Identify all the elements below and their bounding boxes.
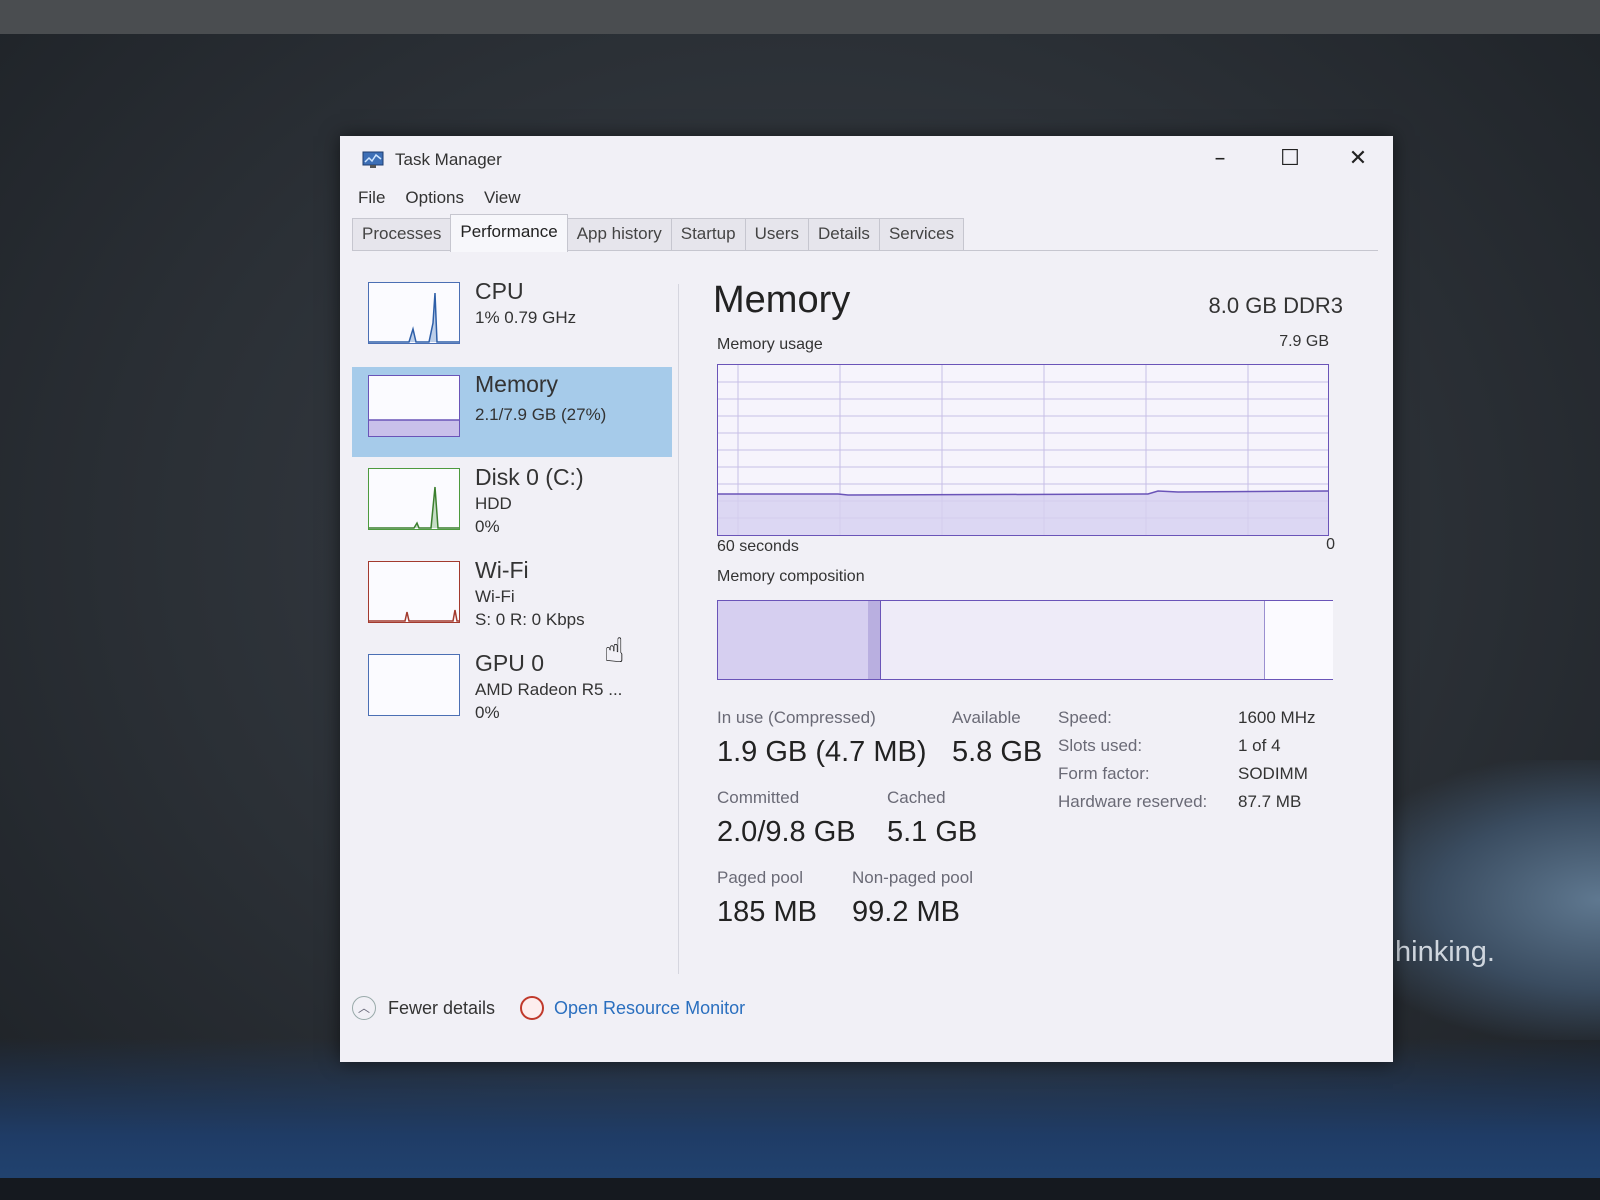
resource-cpu[interactable]: CPU 1% 0.79 GHz [352,274,672,364]
disk-thumbnail-graph [368,468,460,530]
menu-file[interactable]: File [352,188,391,212]
open-resource-monitor-link[interactable]: Open Resource Monitor [554,998,745,1019]
minimize-icon: – [1214,146,1226,171]
memory-thumbnail-graph [368,375,460,437]
maximize-button[interactable]: ☐ [1267,142,1313,176]
resource-wifi[interactable]: Wi-Fi Wi-Fi S: 0 R: 0 Kbps [352,553,672,643]
task-manager-icon [362,151,384,168]
resource-name: GPU 0 [475,650,545,676]
in-use-value: 1.9 GB (4.7 MB) [717,736,927,768]
form-factor-value: SODIMM [1238,764,1308,783]
tab-app-history[interactable]: App history [566,218,672,250]
graph-time-axis-end: 0 [1326,536,1335,553]
in-use-label: In use (Compressed) [717,708,876,727]
monitor-bezel [0,0,1600,34]
taskbar[interactable] [0,1178,1600,1200]
resource-detail: HDD [475,494,512,513]
graph-time-axis-start: 60 seconds [717,538,799,555]
available-value: 5.8 GB [952,736,1043,768]
title-bar[interactable]: Task Manager – ☐ ✕ [340,136,1393,182]
tab-services[interactable]: Services [878,218,965,250]
resource-monitor-icon [520,996,544,1020]
resource-disk[interactable]: Disk 0 (C:) HDD 0% [352,460,672,550]
available-label: Available [952,708,1021,727]
close-button[interactable]: ✕ [1335,142,1381,176]
menu-view[interactable]: View [478,188,527,212]
resource-gpu[interactable]: GPU 0 AMD Radeon R5 ... 0% [352,646,672,736]
task-manager-window: Task Manager – ☐ ✕ File Options View Pro… [340,136,1393,1062]
composition-free[interactable] [1264,601,1333,679]
paged-pool-value: 185 MB [717,896,817,928]
non-paged-pool-value: 99.2 MB [852,896,960,928]
resource-detail: 2.1/7.9 GB (27%) [475,405,607,424]
paged-pool-label: Paged pool [717,868,804,887]
resource-memory[interactable]: Memory 2.1/7.9 GB (27%) ☝ [352,367,672,671]
resource-detail: 0% [475,517,500,536]
menu-bar: File Options View [352,188,527,212]
menu-options[interactable]: Options [399,188,470,212]
composition-modified[interactable] [868,601,880,679]
memory-composition-bar [717,600,1333,680]
composition-in-use[interactable] [718,601,868,679]
resource-detail: 1% 0.79 GHz [475,308,577,327]
speed-key: Speed: [1058,708,1112,727]
hardware-reserved-key: Hardware reserved: [1058,792,1208,811]
tab-processes[interactable]: Processes [352,218,452,250]
minimize-button[interactable]: – [1197,142,1243,176]
slots-used-value: 1 of 4 [1238,736,1281,755]
tab-users[interactable]: Users [744,218,809,250]
speed-value: 1600 MHz [1238,708,1316,727]
desktop-wallpaper-text: hinking. [1395,936,1495,968]
resource-name: Memory [475,371,559,397]
maximize-icon: ☐ [1280,146,1300,171]
memory-composition-label: Memory composition [717,568,865,585]
close-icon: ✕ [1348,146,1368,171]
memory-spec: 8.0 GB DDR3 [1208,293,1344,318]
fewer-details-toggle[interactable]: ︿ [352,996,376,1020]
committed-label: Committed [717,788,800,807]
resource-name: CPU [475,278,524,304]
memory-usage-graph [717,364,1329,536]
resource-name: Disk 0 (C:) [475,464,584,490]
footer: ︿ Fewer details Open Resource Monitor [340,988,1393,1028]
page-title: Memory [713,279,851,321]
resource-detail: Wi-Fi [475,587,515,606]
slots-used-key: Slots used: [1058,736,1143,755]
resource-list: CPU 1% 0.79 GHz Memory 2.1/7.9 GB (27%) … [352,274,672,739]
memory-usage-label: Memory usage [717,336,823,353]
committed-value: 2.0/9.8 GB [717,816,856,848]
chevron-up-icon: ︿ [358,1001,371,1015]
resource-detail: 0% [475,703,500,722]
cached-label: Cached [887,788,946,807]
non-paged-pool-label: Non-paged pool [852,868,973,887]
window-title: Task Manager [395,150,502,169]
tab-bar: Processes Performance App history Startu… [352,214,1378,252]
resource-detail: S: 0 R: 0 Kbps [475,610,585,629]
cached-value: 5.1 GB [887,816,978,848]
composition-standby[interactable] [880,601,1265,679]
gpu-thumbnail-graph [368,654,460,716]
resource-name: Wi-Fi [475,557,529,583]
tab-performance[interactable]: Performance [450,214,568,252]
tab-startup[interactable]: Startup [670,218,746,250]
tab-details[interactable]: Details [807,218,880,250]
hardware-reserved-value: 87.7 MB [1238,792,1302,811]
cpu-thumbnail-graph [368,282,460,344]
form-factor-key: Form factor: [1058,764,1150,783]
fewer-details-button[interactable]: Fewer details [388,998,495,1019]
memory-usage-max: 7.9 GB [1279,333,1329,350]
resource-detail: AMD Radeon R5 ... [475,680,623,699]
pane-divider[interactable] [678,284,679,974]
wifi-thumbnail-graph [368,561,460,623]
